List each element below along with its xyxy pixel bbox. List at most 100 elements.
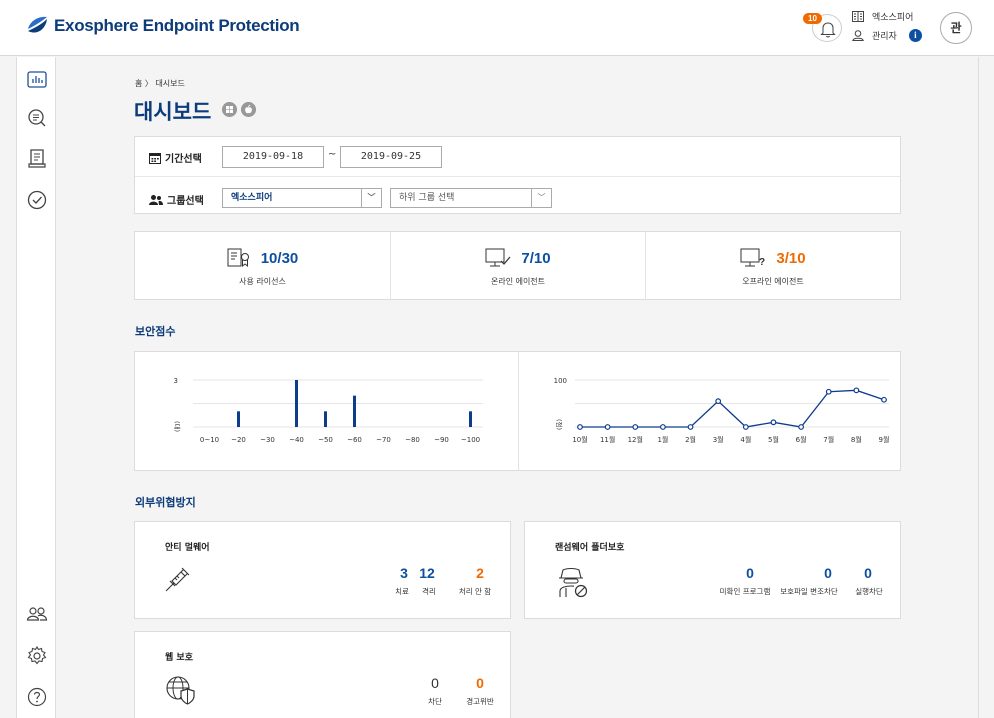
y-tick-label: 100 <box>554 377 567 385</box>
os-filter <box>222 102 256 117</box>
web-blocked-count: 0 <box>431 675 439 691</box>
online-agent-icon <box>485 248 511 267</box>
x-tick-label: 5월 <box>768 435 779 444</box>
x-tick-label: ~100 <box>461 436 480 444</box>
data-point <box>881 396 887 403</box>
group-filter-label: 그룹선택 <box>149 192 204 207</box>
globe-shield-icon <box>166 676 195 705</box>
avatar[interactable]: 관 <box>940 12 972 44</box>
quarantined-count: 12 <box>419 565 435 581</box>
user-label[interactable]: 관리자 i <box>852 29 922 42</box>
unverified-count: 0 <box>746 565 754 581</box>
bar-chart-icon[interactable] <box>26 69 48 91</box>
hacker-icon <box>559 567 588 598</box>
organization-name: 엑소스피어 <box>872 13 914 23</box>
x-tick-label: 8월 <box>851 435 862 444</box>
sidebar <box>16 57 56 718</box>
x-tick-label: 1월 <box>657 435 668 444</box>
end-date-input[interactable]: 2019-09-25 <box>340 146 442 168</box>
data-point <box>798 424 804 430</box>
user-icon <box>852 30 864 41</box>
web-warned-label: 경고위반 <box>466 697 494 706</box>
bar <box>295 380 298 427</box>
document-icon[interactable] <box>26 147 48 169</box>
users-icon[interactable] <box>26 603 48 625</box>
exec-blocked-label: 실행차단 <box>855 587 883 596</box>
treated-label: 치료 <box>395 587 409 596</box>
x-tick-label: ~40 <box>289 436 304 444</box>
data-point <box>825 388 832 395</box>
apple-icon[interactable] <box>241 102 256 117</box>
gear-icon[interactable] <box>26 645 48 667</box>
x-tick-label: 3월 <box>713 435 724 444</box>
score-distribution-chart: 3 (대) 0~10 ~20 ~30 ~40 ~50 ~60 ~70 ~80 ~90 ~100 <box>173 377 483 444</box>
x-tick-label: 11월 <box>600 435 615 444</box>
external-threat-title: 외부위협방지 <box>135 496 196 509</box>
x-tick-label: 12월 <box>628 435 643 444</box>
x-tick-label: 10월 <box>572 435 587 444</box>
start-date-input[interactable]: 2019-09-18 <box>222 146 324 168</box>
data-point <box>853 387 860 394</box>
security-score-panel: 3 (대) 0~10 ~20 ~30 ~40 ~50 ~60 ~70 ~80 ~90 ~100 100… <box>134 351 901 471</box>
x-tick-label: ~30 <box>260 436 275 444</box>
bar <box>469 411 472 427</box>
filter-panel: 기간선택 2019-09-18 ~ 2019-09-25 그룹선택 엑소스피어 … <box>134 136 901 214</box>
syringe-icon <box>165 567 190 592</box>
data-point <box>742 424 749 430</box>
help-icon[interactable] <box>26 686 48 708</box>
exec-blocked-count: 0 <box>864 565 872 581</box>
group-select[interactable]: 엑소스피어 ﹀ <box>222 188 382 208</box>
bar <box>237 411 240 427</box>
page-title: 대시보드 <box>134 100 212 124</box>
notification-badge: 10 <box>803 13 822 24</box>
web-protection-card[interactable]: 웹 보호 0 0 차단 경고위반 <box>134 631 511 718</box>
group-label: 그룹선택 <box>167 196 204 207</box>
check-circle-icon[interactable] <box>26 189 48 211</box>
anti-malware-title: 안티 멀웨어 <box>165 543 210 553</box>
group-select-value: 엑소스피어 <box>231 193 273 203</box>
tamper-blocked-label: 보호파일 변조차단 <box>780 587 838 596</box>
data-point <box>687 424 694 430</box>
info-icon[interactable]: i <box>908 29 922 42</box>
bar <box>353 395 356 427</box>
x-tick-label: ~20 <box>231 436 246 444</box>
app-title[interactable]: Exosphere Endpoint Protection <box>54 16 300 36</box>
offline-agent-label: 오프라인 에이전트 <box>742 277 804 286</box>
data-point <box>632 424 639 430</box>
unprocessed-label: 처리 안 함 <box>458 587 492 596</box>
online-agent-stat: 7/10 온라인 에이전트 <box>390 232 645 299</box>
group-icon <box>149 194 163 205</box>
logo-icon[interactable] <box>26 15 48 37</box>
data-point <box>770 419 777 426</box>
web-warned-count: 0 <box>476 675 484 691</box>
subgroup-select[interactable]: 하위 그룹 선택 ﹀ <box>390 188 552 208</box>
organization-label: 엑소스피어 <box>852 10 913 23</box>
ransomware-card[interactable]: 랜섬웨어 폴더보호 0 0 0 미확인 프로그램 보호파일 변조차단 실행차단 <box>524 521 901 619</box>
series-line <box>580 389 885 428</box>
score-trend-chart: 100 (점) 10월 11월 12월 1월 2월 3월 4월 5월 6월 7월 8월 9월 <box>554 377 890 444</box>
data-point <box>604 424 611 430</box>
data-point <box>715 398 722 405</box>
license-value: 10/30 <box>260 249 299 267</box>
windows-icon[interactable] <box>222 102 237 117</box>
ransomware-title: 랜섬웨어 폴더보호 <box>555 543 625 553</box>
search-icon[interactable] <box>26 107 48 129</box>
anti-malware-card[interactable]: 안티 멀웨어 3 12 2 치료 격리 처리 안 함 <box>134 521 511 619</box>
breadcrumb: 홈 〉 대시보드 <box>135 79 185 88</box>
data-point <box>660 424 666 430</box>
chevron-down-icon: ﹀ <box>531 189 551 207</box>
x-tick-label: ~90 <box>434 436 449 444</box>
period-filter-label: 기간선택 <box>149 150 202 165</box>
subgroup-select-placeholder: 하위 그룹 선택 <box>399 193 455 203</box>
svg-text:?: ? <box>759 257 765 268</box>
x-tick-label: 4월 <box>740 435 751 444</box>
x-tick-label: ~80 <box>405 436 420 444</box>
offline-agent-value: 3/10 <box>776 249 806 267</box>
x-tick-label: 9월 <box>879 435 890 444</box>
treated-count: 3 <box>400 565 408 581</box>
y-axis-label: (대) <box>173 421 181 432</box>
period-label: 기간선택 <box>165 154 202 165</box>
offline-agent-icon: ? <box>740 248 766 268</box>
user-name: 관리자 <box>872 32 897 42</box>
chevron-down-icon: ﹀ <box>361 189 381 207</box>
